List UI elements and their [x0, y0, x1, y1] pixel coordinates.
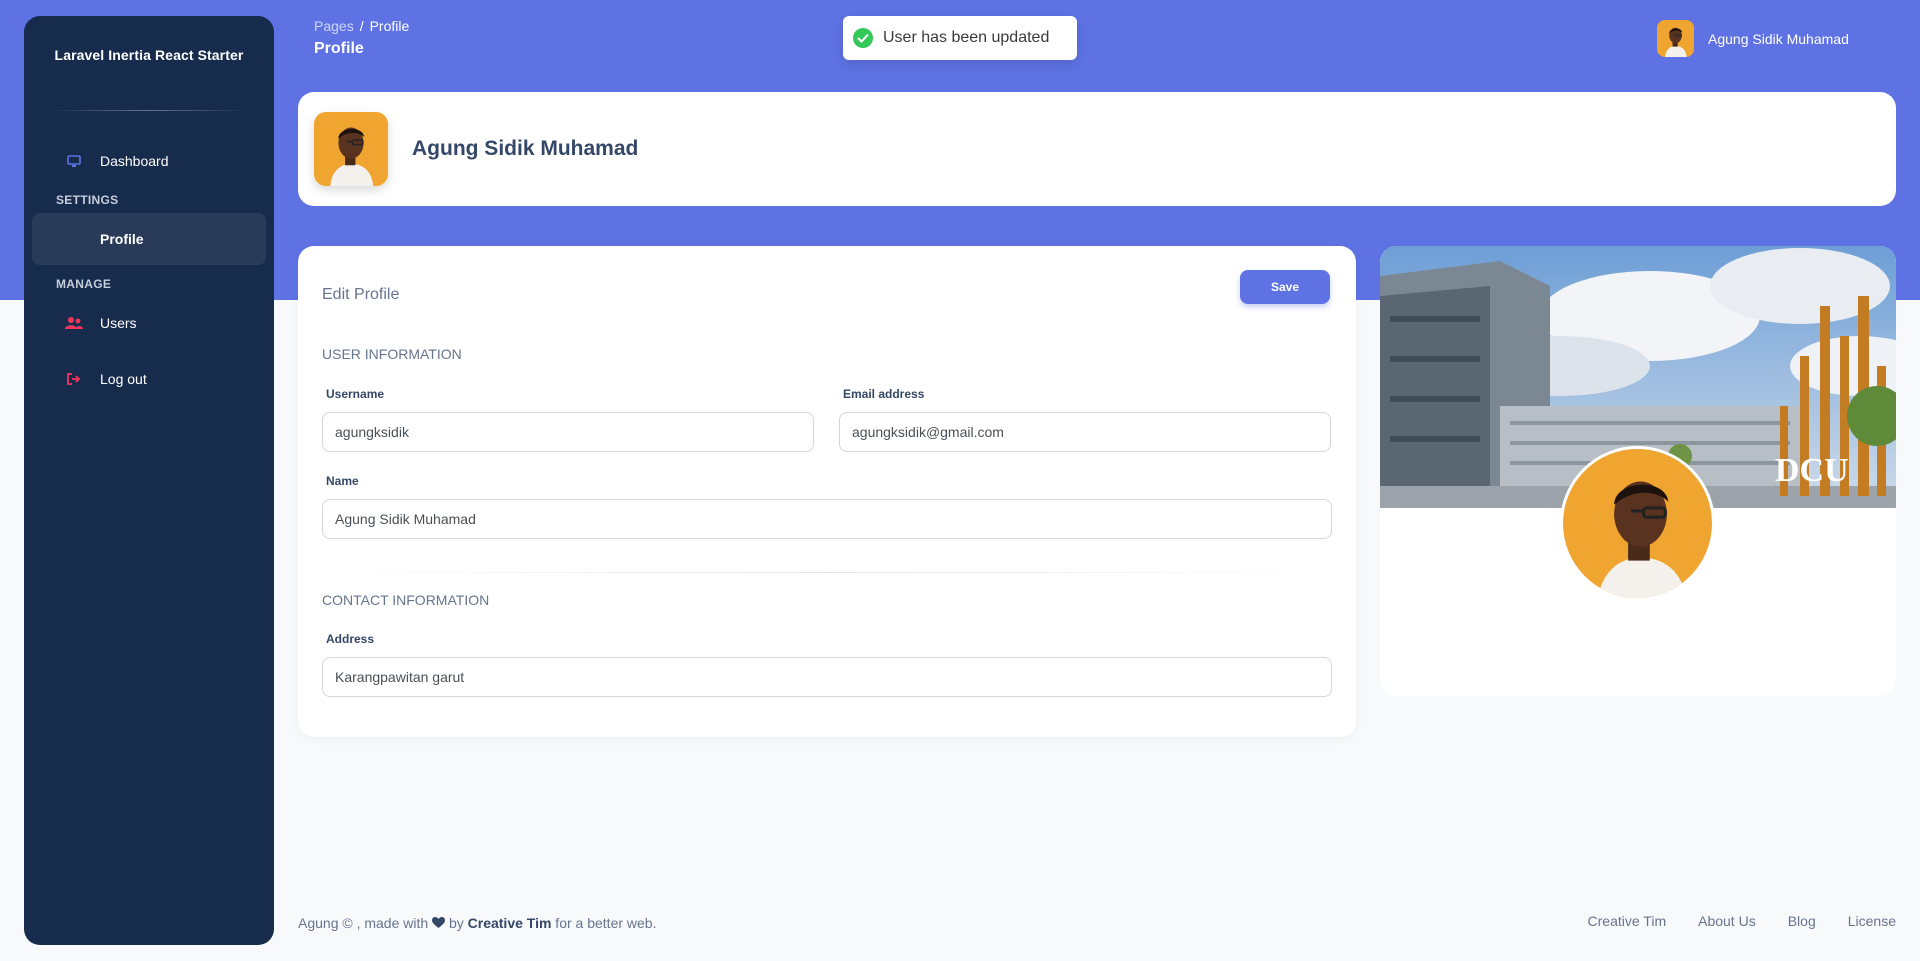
sidebar-item-label: Log out: [100, 371, 147, 387]
brand-title[interactable]: Laravel Inertia React Starter: [24, 16, 274, 94]
footer-link-license[interactable]: License: [1848, 913, 1896, 929]
section-divider: [322, 572, 1332, 573]
sidebar-heading-manage: Manage: [56, 277, 112, 291]
sidebar-item-profile[interactable]: Profile: [32, 213, 266, 265]
sidebar-item-label: Dashboard: [100, 153, 169, 169]
footer-link-blog[interactable]: Blog: [1788, 913, 1816, 929]
profile-header-card: Agung Sidik Muhamad: [298, 92, 1896, 206]
footer-links: Creative Tim About Us Blog License: [1588, 913, 1896, 929]
logout-icon: [64, 373, 84, 385]
breadcrumb-parent[interactable]: Pages: [314, 18, 354, 34]
monitor-icon: [64, 154, 84, 168]
footer-link-about-us[interactable]: About Us: [1698, 913, 1756, 929]
breadcrumb-current: Profile: [369, 18, 410, 34]
email-label: Email address: [843, 387, 925, 401]
page-title: Profile: [314, 40, 364, 57]
avatar: [314, 112, 388, 186]
card-title: Edit Profile: [322, 286, 400, 303]
sidebar: Laravel Inertia React Starter Dashboard …: [24, 16, 274, 945]
sidebar-item-label: Profile: [100, 231, 144, 247]
success-toast[interactable]: User has been updated: [843, 16, 1077, 60]
edit-profile-card: Edit Profile Save USER INFORMATION Usern…: [298, 246, 1356, 737]
footer-link-creative-tim[interactable]: Creative Tim: [1588, 913, 1667, 929]
sidebar-item-users[interactable]: Users: [32, 297, 266, 349]
users-icon: [64, 316, 84, 330]
username-label: Username: [326, 387, 385, 401]
check-circle-icon: [853, 28, 873, 48]
username-field[interactable]: [322, 412, 814, 452]
name-field[interactable]: [322, 499, 1332, 539]
footer-by: by: [445, 915, 468, 931]
address-field[interactable]: [322, 657, 1332, 697]
breadcrumb: Pages / Profile: [314, 18, 409, 34]
section-contact-information: CONTACT INFORMATION: [322, 592, 490, 608]
email-field[interactable]: [839, 412, 1331, 452]
save-button[interactable]: Save: [1240, 270, 1330, 304]
user-name: Agung Sidik Muhamad: [1708, 30, 1849, 47]
user-menu[interactable]: Agung Sidik Muhamad: [1657, 20, 1849, 57]
address-label: Address: [326, 632, 375, 646]
cover-text: DCU: [1775, 452, 1849, 489]
toast-message: User has been updated: [883, 29, 1050, 46]
profile-name: Agung Sidik Muhamad: [412, 137, 639, 160]
footer-copyright: Agung © , made with by Creative Tim for …: [298, 915, 656, 931]
footer-suffix: for a better web.: [551, 915, 657, 931]
profile-card: DCU: [1380, 246, 1896, 696]
avatar: [1560, 446, 1715, 601]
name-label: Name: [326, 474, 359, 488]
footer-author-link[interactable]: Creative Tim: [468, 915, 552, 931]
heart-icon: [432, 915, 446, 931]
section-user-information: USER INFORMATION: [322, 346, 462, 362]
sidebar-item-label: Users: [100, 315, 137, 331]
sidebar-item-logout[interactable]: Log out: [32, 353, 266, 405]
avatar: [1657, 20, 1694, 57]
sidebar-heading-settings: Settings: [56, 193, 119, 207]
footer-prefix: Agung © , made with: [298, 915, 433, 931]
sidebar-item-dashboard[interactable]: Dashboard: [32, 135, 266, 187]
breadcrumb-separator: /: [359, 18, 364, 34]
sidebar-divider: [48, 110, 250, 111]
